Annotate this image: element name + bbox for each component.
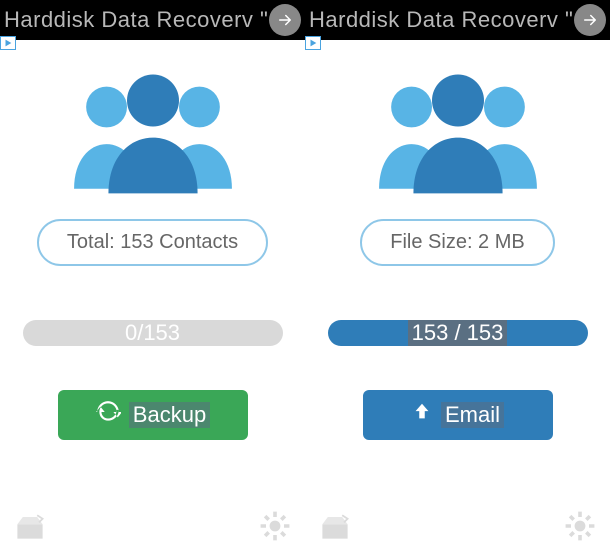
- email-button[interactable]: Email: [363, 390, 553, 440]
- main-panels: Total: 153 Contacts 0/153 Backup: [0, 46, 610, 506]
- backup-button[interactable]: Backup: [58, 390, 248, 440]
- arrow-right-icon[interactable]: [574, 4, 606, 36]
- gear-icon[interactable]: [562, 508, 598, 549]
- email-panel: File Size: 2 MB 153 / 153 Email: [305, 46, 610, 506]
- contacts-count-label: Total: 153 Contacts: [67, 231, 238, 253]
- file-size-label: File Size: 2 MB: [390, 231, 524, 253]
- contacts-group-icon: [58, 68, 248, 203]
- export-progress: 153 / 153: [328, 320, 588, 346]
- backup-button-label: Backup: [129, 402, 210, 428]
- ad-slot-right[interactable]: Harddisk Data Recoverv ": [305, 4, 610, 36]
- box-icon[interactable]: [317, 508, 353, 549]
- ad-bar: Harddisk Data Recoverv " Harddisk Data R…: [0, 0, 610, 40]
- backup-progress: 0/153: [23, 320, 283, 346]
- export-progress-text: 153 / 153: [408, 320, 508, 346]
- refresh-icon: [95, 399, 121, 431]
- arrow-right-icon[interactable]: [269, 4, 301, 36]
- footer-bar: [0, 507, 610, 549]
- backup-progress-text: 0/153: [125, 320, 180, 346]
- ad-text: Harddisk Data Recoverv ": [0, 7, 268, 33]
- upload-icon: [411, 401, 433, 429]
- ad-slot-left[interactable]: Harddisk Data Recoverv ": [0, 4, 305, 36]
- footer-right: [305, 507, 610, 549]
- gear-icon[interactable]: [257, 508, 293, 549]
- footer-left: [0, 507, 305, 549]
- email-button-label: Email: [441, 402, 504, 428]
- adchoices-icon[interactable]: [305, 36, 321, 50]
- adchoices-icon[interactable]: [0, 36, 16, 50]
- contacts-count-pill: Total: 153 Contacts: [37, 219, 268, 266]
- box-icon[interactable]: [12, 508, 48, 549]
- backup-panel: Total: 153 Contacts 0/153 Backup: [0, 46, 305, 506]
- contacts-group-icon: [363, 68, 553, 203]
- file-size-pill: File Size: 2 MB: [360, 219, 554, 266]
- ad-text: Harddisk Data Recoverv ": [305, 7, 573, 33]
